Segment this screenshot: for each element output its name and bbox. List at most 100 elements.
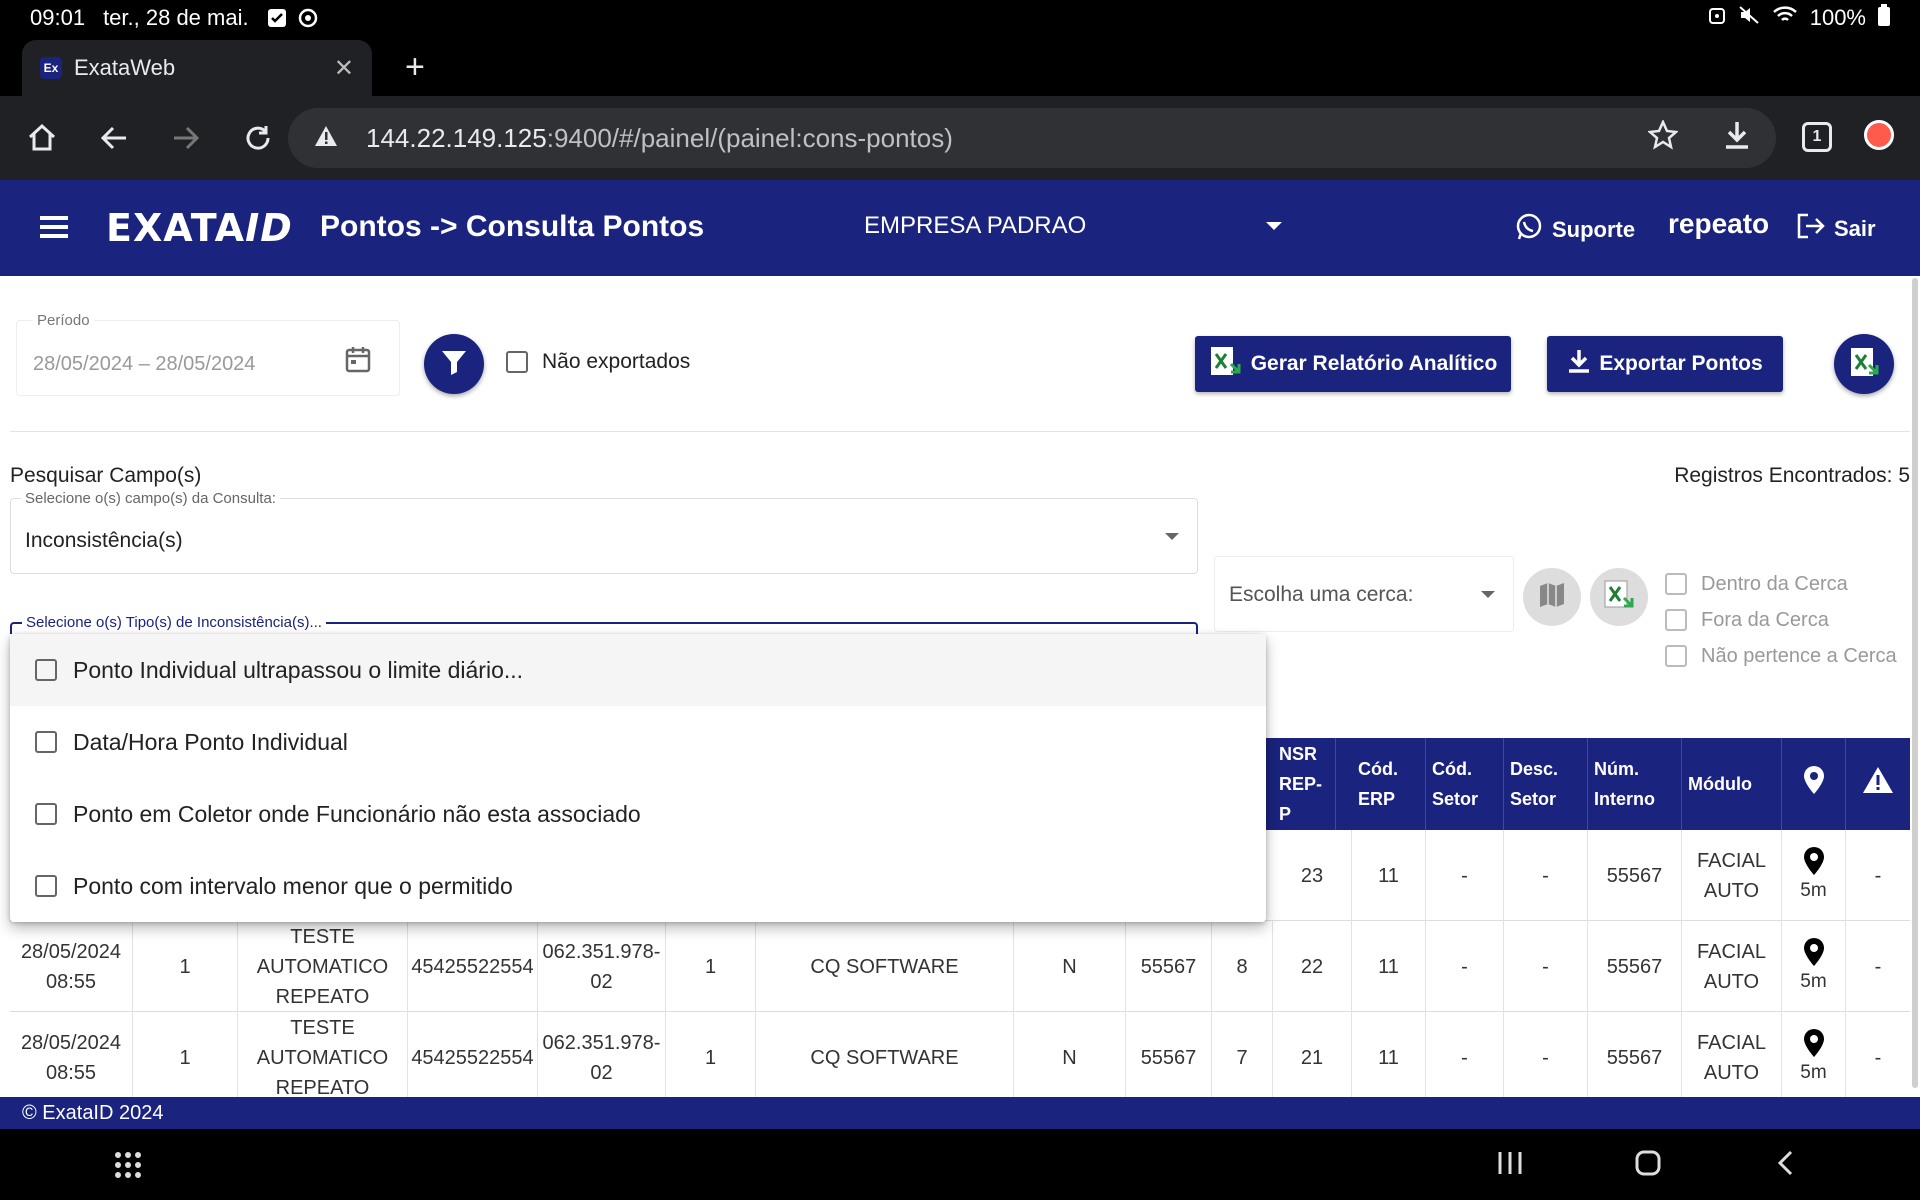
hamburger-menu-icon[interactable] <box>40 216 68 240</box>
dropdown-option[interactable]: Ponto Individual ultrapassou o limite di… <box>10 634 1266 706</box>
header-desc-setor[interactable]: Desc. Setor <box>1504 738 1588 830</box>
browser-toolbar: 144.22.149.125:9400/#/painel/(painel:con… <box>0 96 1920 180</box>
header-modulo[interactable]: Módulo <box>1682 738 1782 830</box>
footer: © ExataID 2024 <box>0 1097 1920 1129</box>
android-nav-bar <box>0 1129 1920 1200</box>
option-checkbox[interactable] <box>35 803 57 825</box>
header-nsr[interactable]: NSR REP-P <box>1273 738 1336 830</box>
home-icon[interactable] <box>12 108 72 168</box>
cell-col2: 1 <box>666 1012 756 1103</box>
support-link[interactable]: Suporte <box>1514 212 1635 248</box>
reload-icon[interactable] <box>228 108 288 168</box>
cell-distance: 5m <box>1800 970 1827 992</box>
dropdown-option[interactable]: Ponto com intervalo menor que o permitid… <box>10 850 1266 922</box>
records-found: Registros Encontrados: 5 <box>1674 464 1910 487</box>
company-select[interactable]: EMPRESA PADRAO <box>864 212 1086 240</box>
back-button-icon[interactable] <box>1772 1149 1800 1182</box>
option-checkbox[interactable] <box>35 731 57 753</box>
export-points-button[interactable]: Exportar Pontos <box>1547 336 1783 392</box>
period-label: Período <box>33 312 94 329</box>
fence-checkbox[interactable] <box>1665 573 1687 595</box>
location-pin-icon <box>1803 1028 1824 1057</box>
calendar-icon[interactable] <box>345 345 371 378</box>
option-checkbox[interactable] <box>35 659 57 681</box>
query-fields-select[interactable]: Selecione o(s) campo(s) da Consulta: Inc… <box>10 490 1198 574</box>
option-checkbox[interactable] <box>35 875 57 897</box>
header-location[interactable] <box>1782 738 1846 830</box>
url-host: 144.22.149.125 <box>366 122 547 153</box>
page-scrollbar[interactable] <box>1912 278 1918 1088</box>
query-fields-label: Selecione o(s) campo(s) da Consulta: <box>21 490 280 507</box>
cell-company: CQ SOFTWARE <box>756 921 1014 1012</box>
option-label: Ponto com intervalo menor que o permitid… <box>73 872 513 899</box>
fence-option-outside[interactable]: Fora da Cerca <box>1665 602 1897 638</box>
filter-button[interactable] <box>424 334 484 394</box>
support-label: Suporte <box>1552 217 1636 242</box>
table-row[interactable]: 28/05/2024 08:55 1 TESTE AUTOMATICO REPE… <box>10 1012 1910 1103</box>
not-exported-checkbox[interactable]: Não exportados <box>506 350 690 374</box>
back-arrow-icon[interactable] <box>84 108 144 168</box>
browser-tab[interactable]: Ex ExataWeb ✕ <box>22 40 372 96</box>
fence-filter-options: Dentro da Cerca Fora da Cerca Não perten… <box>1665 566 1897 674</box>
new-tab-icon[interactable]: + <box>405 48 425 87</box>
fence-placeholder: Escolha uma cerca: <box>1229 583 1414 606</box>
fence-select[interactable]: Escolha uma cerca: <box>1214 556 1514 632</box>
excel-export-button[interactable] <box>1834 334 1894 394</box>
cell-employee-name: TESTE AUTOMATICO REPEATO <box>238 921 408 1012</box>
generate-analytic-report-button[interactable]: Gerar Relatório Analítico <box>1195 336 1511 392</box>
table-row[interactable]: 28/05/2024 08:55 1 TESTE AUTOMATICO REPE… <box>10 921 1910 1012</box>
location-pin-icon <box>1803 846 1824 875</box>
forward-arrow-icon[interactable] <box>156 108 216 168</box>
inconsistency-types-label: Selecione o(s) Tipo(s) de Inconsistência… <box>22 614 326 631</box>
cell-pis: 45425522554 <box>408 1012 538 1103</box>
cell-modulo: FACIAL AUTO <box>1682 1012 1782 1103</box>
not-exported-checkbox-box[interactable] <box>506 351 528 373</box>
map-icon <box>1538 581 1566 614</box>
cell-location[interactable]: 5m <box>1782 830 1846 921</box>
period-date-range-field[interactable]: Período 28/05/2024 – 28/05/2024 <box>16 312 400 396</box>
logout-button[interactable]: Sair <box>1796 212 1876 246</box>
cell-company: CQ SOFTWARE <box>756 1012 1014 1103</box>
cell-datetime: 28/05/2024 08:55 <box>10 921 133 1012</box>
close-tab-icon[interactable]: ✕ <box>334 54 354 83</box>
fence-checkbox[interactable] <box>1665 645 1687 667</box>
fence-excel-button[interactable] <box>1590 568 1648 626</box>
chevron-down-icon[interactable] <box>1165 533 1179 540</box>
excel-icon <box>1847 345 1881 384</box>
period-value[interactable]: 28/05/2024 – 28/05/2024 <box>33 353 255 376</box>
cell-interno: 55567 <box>1588 1012 1682 1103</box>
company-dropdown-caret-icon[interactable] <box>1266 222 1282 230</box>
cell-location[interactable]: 5m <box>1782 921 1846 1012</box>
fence-option-inside[interactable]: Dentro da Cerca <box>1665 566 1897 602</box>
fence-checkbox[interactable] <box>1665 609 1687 631</box>
header-num-interno[interactable]: Núm. Interno <box>1588 738 1682 830</box>
not-secure-warning-icon[interactable] <box>314 123 338 154</box>
download-icon[interactable] <box>1724 120 1750 157</box>
header-cod-erp[interactable]: Cód. ERP <box>1352 738 1426 830</box>
cell-nsr: 23 <box>1273 830 1352 921</box>
dropdown-option[interactable]: Data/Hora Ponto Individual <box>10 706 1266 778</box>
cell-cod-setor: - <box>1426 1012 1504 1103</box>
not-exported-label: Não exportados <box>542 350 691 373</box>
warning-icon <box>1862 766 1894 803</box>
export-points-label: Exportar Pontos <box>1599 352 1763 375</box>
chevron-down-icon[interactable] <box>1481 591 1495 598</box>
cell-location[interactable]: 5m <box>1782 1012 1846 1103</box>
recent-apps-icon[interactable] <box>1496 1149 1524 1182</box>
app-drawer-icon[interactable] <box>114 1151 142 1184</box>
fence-option-none[interactable]: Não pertence a Cerca <box>1665 638 1897 674</box>
header-cod-setor[interactable]: Cód. Setor <box>1426 738 1504 830</box>
tab-switcher-button[interactable]: 1 <box>1802 122 1832 152</box>
url-path: :9400/#/painel/(painel:cons-pontos) <box>546 122 953 153</box>
header-warning[interactable] <box>1846 738 1910 830</box>
map-button[interactable] <box>1523 568 1581 626</box>
home-button-icon[interactable] <box>1634 1149 1662 1182</box>
bookmark-star-icon[interactable] <box>1647 118 1679 157</box>
dropdown-option[interactable]: Ponto em Coletor onde Funcionário não es… <box>10 778 1266 850</box>
cell-col1: 1 <box>133 921 238 1012</box>
exataid-logo: EXATAID <box>106 206 293 250</box>
location-pin-icon <box>1803 765 1825 804</box>
profile-avatar[interactable] <box>1864 120 1894 150</box>
cell-modulo: FACIAL AUTO <box>1682 830 1782 921</box>
url-bar[interactable]: 144.22.149.125:9400/#/painel/(painel:con… <box>288 108 1776 168</box>
